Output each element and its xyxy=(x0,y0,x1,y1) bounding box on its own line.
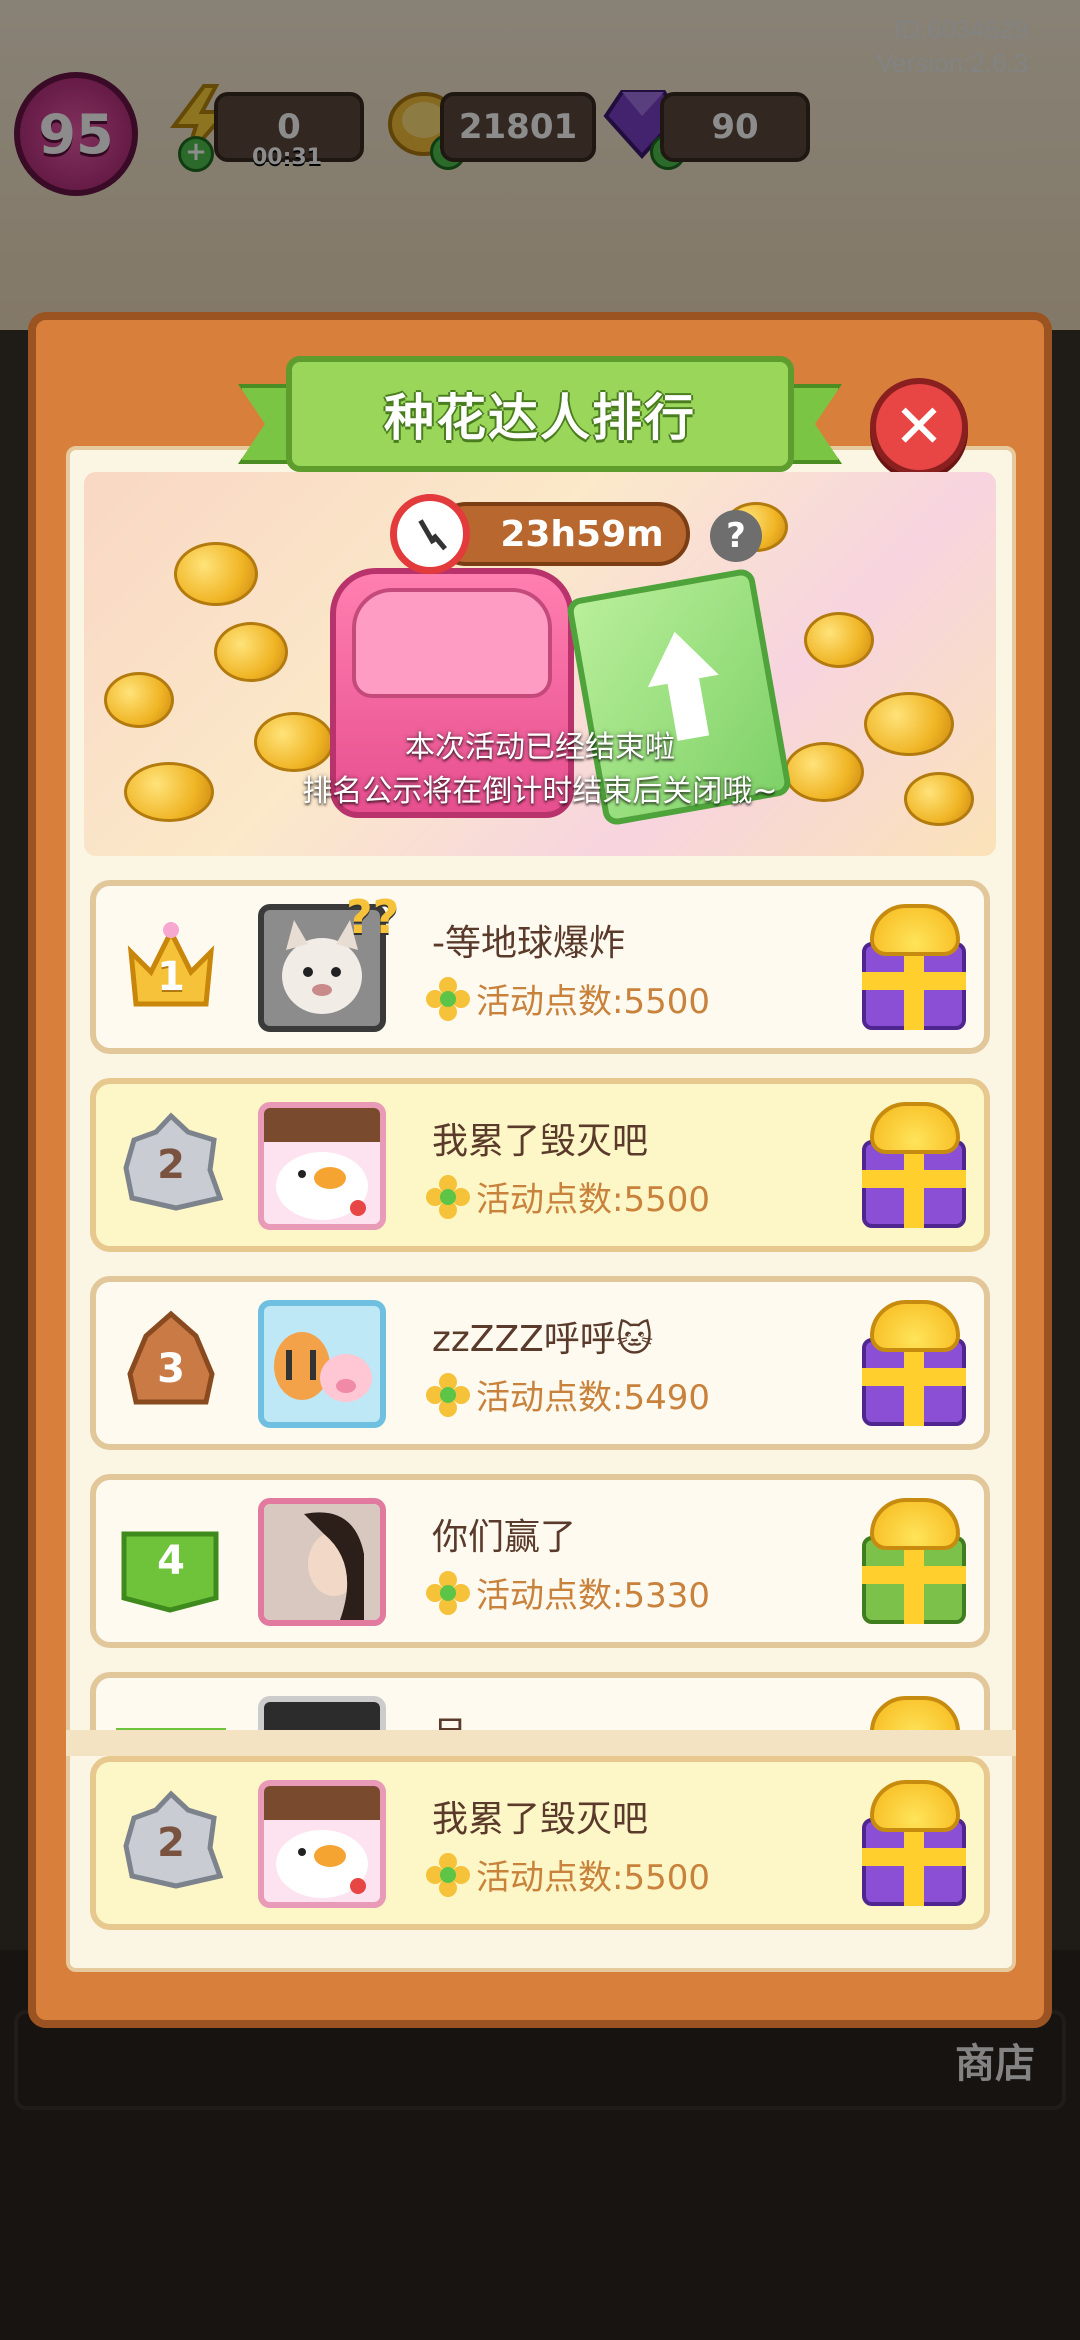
activity-points: 活动点数:5490 xyxy=(476,1378,710,1418)
flower-icon xyxy=(426,1372,470,1417)
activity-points: 活动点数:5500 xyxy=(476,1858,710,1898)
event-notice: 本次活动已经结束啦 排名公示将在倒计时结束后关闭哦~ xyxy=(84,726,996,814)
avatar[interactable] xyxy=(258,1102,386,1230)
ranking-row[interactable]: 3 zzZZZ呼呼🐱 活动点数:5490 xyxy=(90,1276,990,1450)
notice-line-2: 排名公示将在倒计时结束后关闭哦~ xyxy=(302,774,778,809)
player-name: -等地球爆炸 xyxy=(432,923,625,964)
activity-points: 活动点数:5500 xyxy=(476,1180,710,1220)
activity-points: 活动点数:5500 xyxy=(476,982,710,1022)
flower-icon xyxy=(426,1570,470,1615)
help-button[interactable]: ? xyxy=(710,510,762,562)
list-divider xyxy=(66,1730,1016,1756)
rank-number: 2 xyxy=(157,1142,185,1188)
countdown-timer: 23h59m xyxy=(434,502,690,566)
panel-title: 种花达人排行 xyxy=(384,389,696,447)
duck-avatar-image xyxy=(264,1108,380,1220)
player-name: 你们赢了 xyxy=(432,1517,577,1558)
purple-gift-icon[interactable] xyxy=(856,1776,972,1912)
activity-points: 活动点数:5330 xyxy=(476,1576,710,1616)
avatar[interactable] xyxy=(258,1498,386,1626)
my-ranking-row[interactable]: 2 我累了毁灭吧 活动点数:5500 xyxy=(90,1756,990,1930)
portrait-avatar-image xyxy=(264,1504,380,1620)
avatar xyxy=(258,1696,386,1734)
gift-icon xyxy=(856,1692,972,1734)
purple-gift-icon[interactable] xyxy=(856,1296,972,1432)
player-name: 我累了毁灭吧 xyxy=(432,1799,649,1840)
coin-decoration xyxy=(174,542,258,606)
rank-number: 3 xyxy=(157,1346,185,1392)
coin-decoration xyxy=(804,612,874,668)
flower-icon xyxy=(426,976,470,1021)
question-marks-decoration: ?? xyxy=(346,890,400,944)
ranking-row[interactable]: 4 你们赢了 活动点数:5330 xyxy=(90,1474,990,1648)
clock-icon xyxy=(390,494,470,574)
avatar[interactable] xyxy=(258,1780,386,1908)
coin-decoration xyxy=(214,622,288,682)
green-gift-icon[interactable] xyxy=(856,1494,972,1630)
notice-line-1: 本次活动已经结束啦 xyxy=(405,730,675,765)
rank-number: 1 xyxy=(157,954,185,1000)
rank-number: 2 xyxy=(157,1820,185,1866)
rank-number: 4 xyxy=(157,1538,185,1584)
ranking-row[interactable]: 2 我累了毁灭吧 活动点数:5500 xyxy=(90,1078,990,1252)
avatar[interactable] xyxy=(258,1300,386,1428)
purple-gift-icon[interactable] xyxy=(856,1098,972,1234)
close-icon: ✕ xyxy=(893,392,945,462)
flower-icon xyxy=(426,1852,470,1897)
title-ribbon: 种花达人排行 xyxy=(286,356,794,472)
ranking-row-partial[interactable]: 吕 xyxy=(90,1672,990,1734)
duck-avatar-image xyxy=(264,1786,380,1898)
player-name: zzZZZ呼呼🐱 xyxy=(432,1319,654,1360)
close-button[interactable]: ✕ xyxy=(870,378,968,476)
coin-decoration xyxy=(104,672,174,728)
tiger-pig-avatar-image xyxy=(274,1332,372,1402)
purple-gift-icon[interactable] xyxy=(856,900,972,1036)
player-name: 我累了毁灭吧 xyxy=(432,1121,649,1162)
flower-icon xyxy=(426,1174,470,1219)
ranking-row[interactable]: 1 ?? -等地球爆炸 活动点数:5500 xyxy=(90,880,990,1054)
